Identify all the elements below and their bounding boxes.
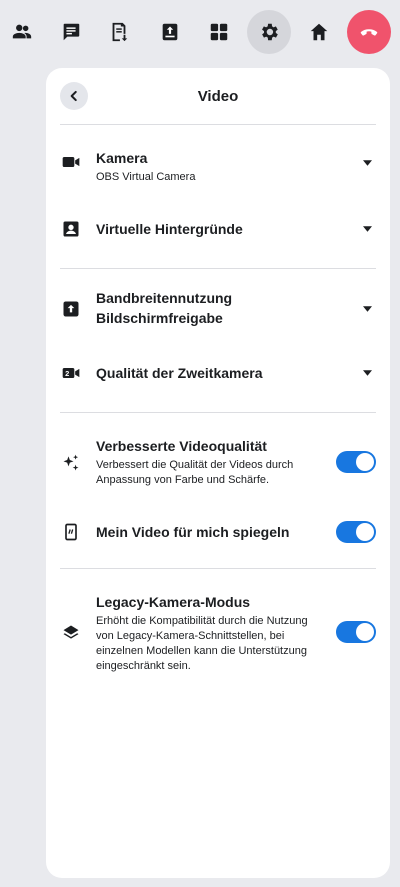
bandwidth-caret[interactable] bbox=[362, 304, 372, 314]
mirror-icon bbox=[60, 521, 82, 543]
legacy-camera-description: Erhöht die Kompatibilität durch die Nutz… bbox=[96, 615, 308, 672]
panel-title: Video bbox=[197, 88, 239, 105]
hangup-icon bbox=[360, 29, 378, 36]
virtual-backgrounds-row[interactable]: Virtuelle Hintergründe bbox=[46, 208, 390, 252]
camera-selected-value: OBS Virtual Camera bbox=[96, 171, 196, 183]
enhanced-quality-title: Verbesserte Videoqualität bbox=[96, 438, 267, 454]
virtual-backgrounds-caret[interactable] bbox=[362, 224, 372, 234]
second-camera-row[interactable]: 2 Qualität der Zweitkamera bbox=[46, 352, 390, 396]
chat-button[interactable] bbox=[49, 10, 93, 54]
mirror-video-title: Mein Video für mich spiegeln bbox=[96, 524, 290, 540]
gear-icon bbox=[262, 23, 278, 41]
svg-text:2: 2 bbox=[65, 369, 69, 378]
second-camera-title: Qualität der Zweitkamera bbox=[96, 365, 263, 381]
mirror-video-row: Mein Video für mich spiegeln bbox=[46, 512, 390, 552]
second-camera-icon: 2 bbox=[60, 362, 82, 384]
share-button[interactable] bbox=[148, 10, 192, 54]
video-settings-panel: Video Kamera OBS Virtual Camera Virtuell… bbox=[46, 68, 390, 878]
portrait-icon bbox=[60, 218, 82, 240]
people-icon bbox=[12, 24, 32, 39]
chat-icon bbox=[63, 23, 80, 41]
share-icon bbox=[162, 23, 178, 41]
caret-down-icon bbox=[362, 226, 372, 232]
legacy-camera-toggle[interactable] bbox=[336, 621, 376, 643]
legacy-camera-title: Legacy-Kamera-Modus bbox=[96, 594, 251, 610]
legacy-camera-row: Legacy-Kamera-Modus Erhöht die Kompatibi… bbox=[46, 588, 390, 680]
hangup-button[interactable] bbox=[347, 10, 391, 54]
home-icon bbox=[310, 23, 328, 41]
video-camera-icon bbox=[60, 151, 82, 173]
toggle-knob bbox=[356, 523, 374, 541]
caret-down-icon bbox=[362, 160, 372, 166]
apps-button[interactable] bbox=[197, 10, 241, 54]
toggle-knob bbox=[356, 623, 374, 641]
people-button[interactable] bbox=[0, 10, 44, 54]
bandwidth-row[interactable]: Bandbreitennutzung Bildschirmfreigabe bbox=[46, 282, 390, 336]
sparkle-icon bbox=[60, 452, 82, 474]
mirror-video-toggle[interactable] bbox=[336, 521, 376, 543]
divider bbox=[60, 268, 376, 269]
caret-down-icon bbox=[362, 370, 372, 376]
notes-button[interactable] bbox=[97, 10, 141, 54]
enhanced-quality-row: Verbesserte Videoqualität Verbessert die… bbox=[46, 432, 390, 494]
settings-button[interactable] bbox=[247, 10, 291, 54]
notes-icon bbox=[112, 22, 128, 42]
enhanced-quality-toggle[interactable] bbox=[336, 451, 376, 473]
caret-down-icon bbox=[362, 306, 372, 312]
divider bbox=[60, 412, 376, 413]
bandwidth-title-line1: Bandbreitennutzung bbox=[96, 290, 233, 306]
virtual-backgrounds-title: Virtuelle Hintergründe bbox=[96, 221, 243, 237]
panel-header: Video bbox=[46, 68, 390, 124]
apps-icon bbox=[210, 23, 228, 41]
camera-row[interactable]: Kamera OBS Virtual Camera bbox=[46, 140, 390, 196]
layers-icon bbox=[60, 622, 82, 644]
enhanced-quality-description: Verbessert die Qualität der Videos durch… bbox=[96, 459, 294, 486]
upload-icon bbox=[60, 298, 82, 320]
bandwidth-title-line2: Bildschirmfreigabe bbox=[96, 310, 223, 326]
top-toolbar bbox=[0, 10, 400, 54]
toggle-knob bbox=[356, 453, 374, 471]
divider bbox=[60, 124, 376, 125]
camera-dropdown-caret[interactable] bbox=[362, 158, 372, 168]
second-camera-caret[interactable] bbox=[362, 368, 372, 378]
home-button[interactable] bbox=[297, 10, 341, 54]
divider bbox=[60, 568, 376, 569]
camera-title: Kamera bbox=[96, 150, 148, 166]
